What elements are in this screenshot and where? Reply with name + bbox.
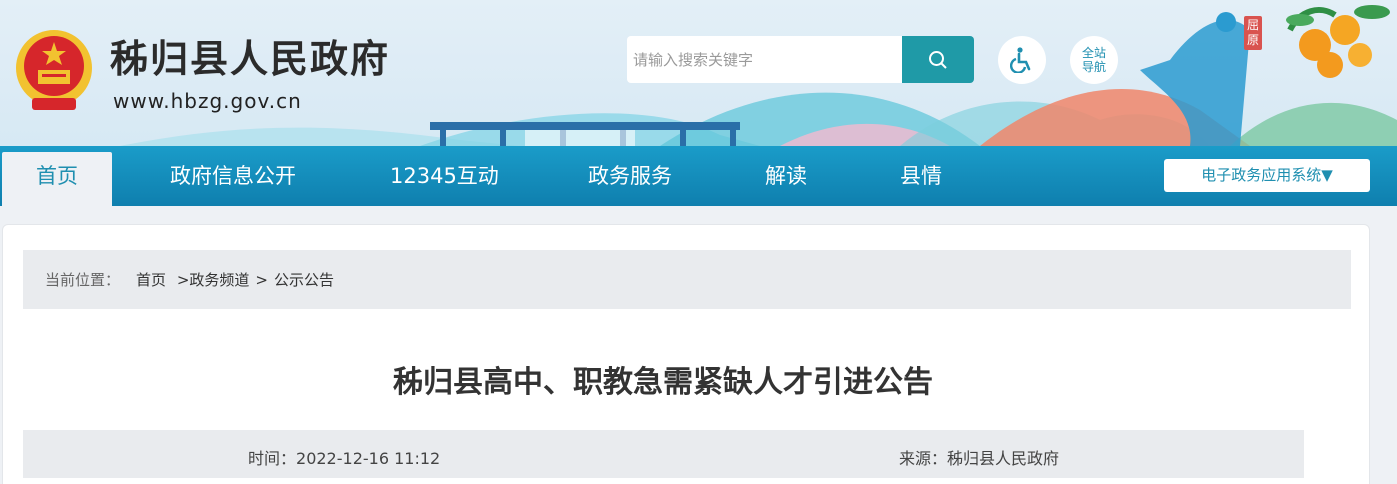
breadcrumb-label: 当前位置： xyxy=(45,271,121,289)
nav-item-12345[interactable]: 12345互动 xyxy=(390,146,499,206)
nav-item-interpretation[interactable]: 解读 xyxy=(765,146,807,206)
nav-item-gov-info[interactable]: 政府信息公开 xyxy=(170,146,296,206)
site-name: 秭归县人民政府 xyxy=(110,36,391,81)
e-gov-systems-dropdown[interactable]: 电子政务应用系统▼ xyxy=(1164,159,1370,192)
search-button[interactable] xyxy=(902,36,974,83)
quyuan-stamp: 屈原 xyxy=(1244,16,1262,50)
article-source: 来源：秭归县人民政府 xyxy=(899,445,1059,469)
search-input[interactable] xyxy=(627,36,902,83)
content-panel: 当前位置： 首页 >政务频道 > 公示公告 秭归县高中、职教急需紧缺人才引进公告… xyxy=(2,224,1370,484)
national-emblem-logo xyxy=(16,30,92,110)
site-nav-line2: 导航 xyxy=(1081,60,1106,74)
nav-item-services[interactable]: 政务服务 xyxy=(588,146,672,206)
accessibility-button[interactable] xyxy=(998,36,1046,84)
publish-time: 时间：2022-12-16 11:12 xyxy=(248,445,440,469)
article-title: 秭归县高中、职教急需紧缺人才引进公告 xyxy=(393,365,933,400)
search-icon xyxy=(929,50,947,69)
breadcrumb-home[interactable]: 首页 xyxy=(136,269,166,290)
site-url: www.hbzg.gov.cn xyxy=(113,89,302,113)
breadcrumb-separator: > xyxy=(255,270,268,289)
nav-item-home[interactable]: 首页 xyxy=(2,152,112,206)
wheelchair-icon xyxy=(1010,47,1031,73)
site-navigation-button[interactable]: 全站 导航 xyxy=(1070,36,1118,84)
breadcrumb-gov-channel[interactable]: >政务频道 xyxy=(177,269,250,290)
article-meta: 时间：2022-12-16 11:12 来源：秭归县人民政府 xyxy=(23,430,1304,478)
header-banner: 秭归县人民政府 www.hbzg.gov.cn 全站 导航 屈原 xyxy=(0,0,1397,146)
breadcrumb-announcements[interactable]: 公示公告 xyxy=(274,269,334,290)
main-nav: 首页 政府信息公开 12345互动 政务服务 解读 县情 电子政务应用系统▼ xyxy=(0,146,1397,206)
site-nav-line1: 全站 xyxy=(1081,46,1106,60)
time-value: 2022-12-16 11:12 xyxy=(296,449,441,468)
source-value: 秭归县人民政府 xyxy=(947,449,1060,468)
breadcrumb: 当前位置： 首页 >政务频道 > 公示公告 xyxy=(23,250,1351,309)
nav-item-county-info[interactable]: 县情 xyxy=(900,146,942,206)
time-label: 时间： xyxy=(248,449,297,468)
source-label: 来源： xyxy=(899,449,948,468)
